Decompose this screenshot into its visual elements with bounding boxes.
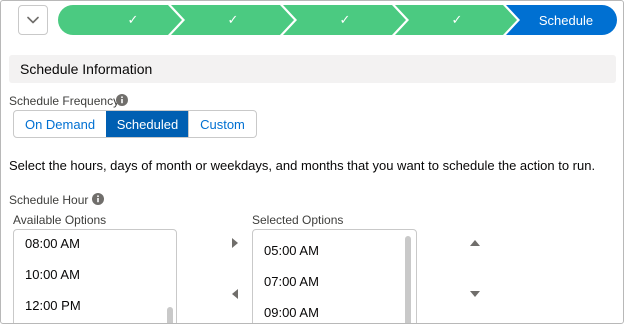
move-to-selected-button[interactable] [227,235,243,251]
caret-right-icon [232,238,238,248]
stage-3-check-icon: ✓ [339,12,351,27]
list-item[interactable]: 05:00 AM [264,243,319,258]
selected-options-label: Selected Options [252,213,344,227]
schedule-panel: ✓ ✓ ✓ ✓ Schedule Schedule Information Sc… [0,0,624,324]
available-options-listbox[interactable]: 08:00 AM 10:00 AM 12:00 PM [13,229,177,323]
stage-current-label: Schedule [538,12,594,28]
instructions-text: Select the hours, days of month or weekd… [9,158,596,173]
selected-scrollbar[interactable] [405,234,411,323]
path-stage-bar: ✓ ✓ ✓ ✓ Schedule [58,5,617,35]
list-item[interactable]: 12:00 PM [25,298,81,313]
move-up-button[interactable] [467,235,483,251]
list-item[interactable]: 08:00 AM [25,236,80,251]
caret-left-icon [232,289,238,299]
selected-scrollbar-thumb[interactable] [405,236,411,323]
available-scrollbar[interactable] [167,234,173,323]
caret-up-icon [470,240,480,246]
schedule-hour-label: Schedule Hour [9,193,89,207]
chevron-down-icon [27,16,39,24]
frequency-option-on-demand[interactable]: On Demand [14,111,106,137]
info-icon[interactable] [92,193,104,205]
schedule-frequency-label: Schedule Frequency [9,94,120,108]
collapse-toggle-button[interactable] [18,5,48,35]
info-icon[interactable] [116,94,128,106]
section-title: Schedule Information [20,61,153,77]
frequency-segmented-control: On Demand Scheduled Custom [13,110,257,138]
stage-4-check-icon: ✓ [451,12,463,27]
available-scrollbar-thumb[interactable] [167,307,173,323]
move-to-available-button[interactable] [227,286,243,302]
available-options-label: Available Options [13,213,107,227]
list-item[interactable]: 09:00 AM [264,305,319,320]
stage-1-check-icon: ✓ [127,12,139,27]
list-item[interactable]: 07:00 AM [264,274,319,289]
frequency-option-custom[interactable]: Custom [188,111,256,137]
move-down-button[interactable] [467,286,483,302]
frequency-option-scheduled[interactable]: Scheduled [106,111,188,137]
caret-down-icon [470,291,480,297]
list-item[interactable]: 10:00 AM [25,267,80,282]
selected-options-listbox[interactable]: 05:00 AM 07:00 AM 09:00 AM [252,229,417,323]
stage-2-check-icon: ✓ [227,12,239,27]
section-header: Schedule Information [9,55,616,83]
